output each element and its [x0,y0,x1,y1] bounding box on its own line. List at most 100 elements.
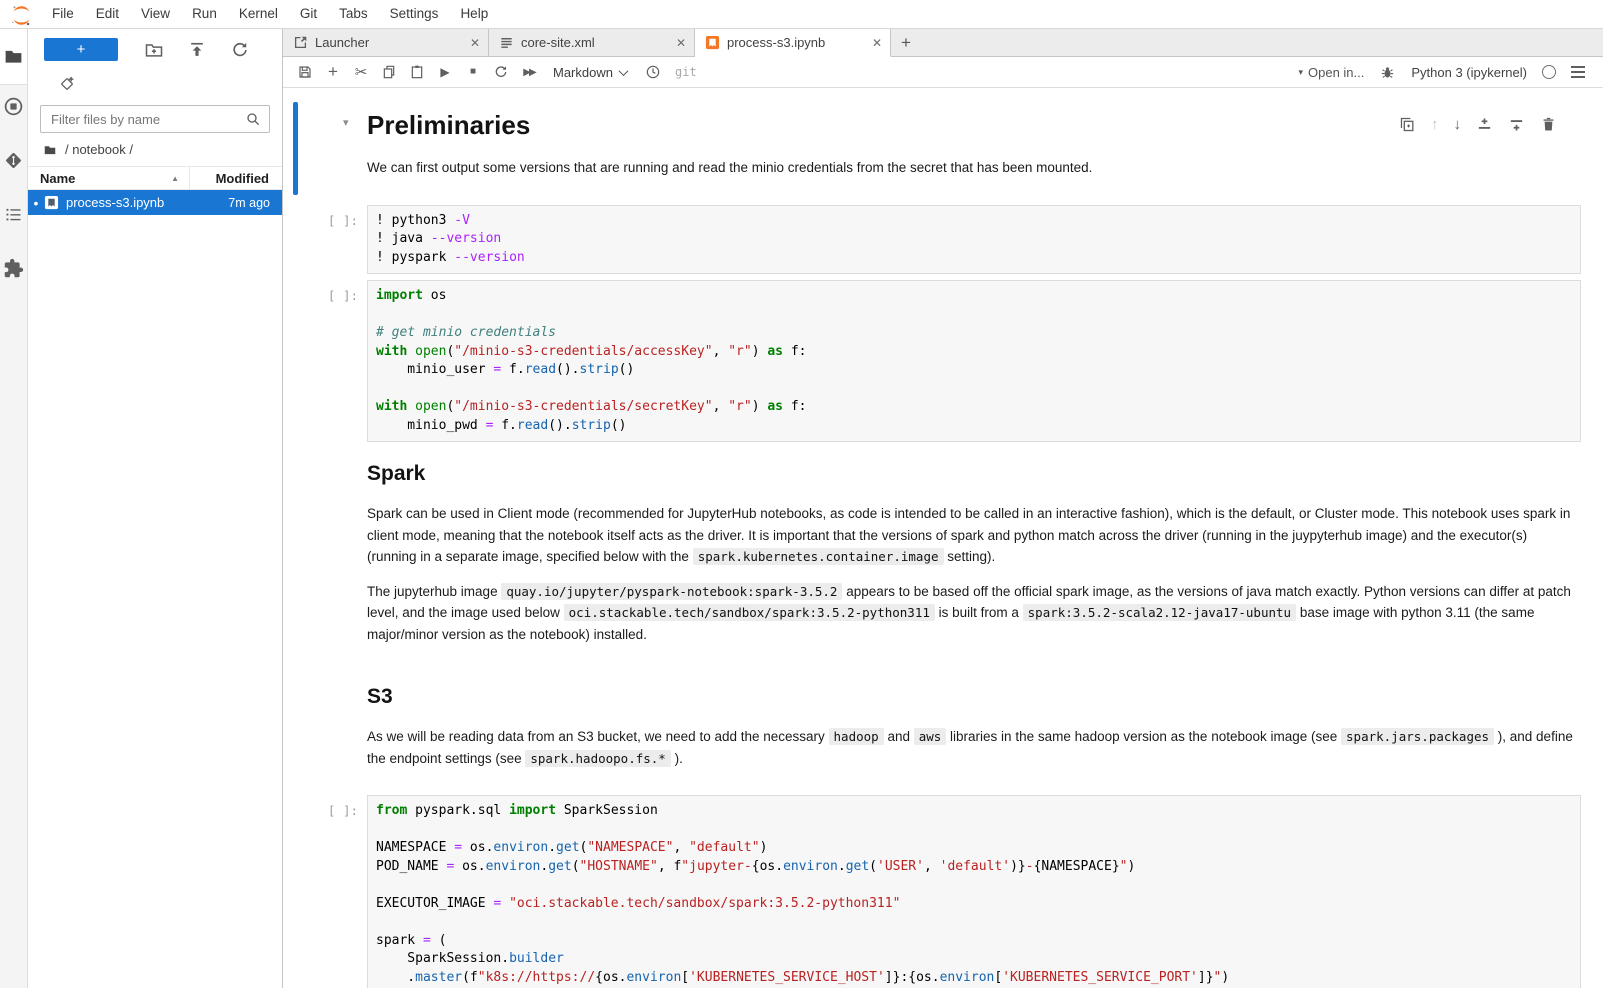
restart-run-all-button[interactable]: ▶▶ [515,60,543,84]
markdown-paragraph: We can first output some versions that a… [367,157,1577,179]
code-cell: [ ]:! python3 -V! java --version! pyspar… [283,205,1603,275]
restart-kernel-button[interactable] [487,60,515,84]
jupyter-logo [9,3,34,25]
inline-code: hadoop [829,728,884,745]
delete-cell-icon[interactable] [1540,116,1557,133]
tab-core-site-xml[interactable]: core-site.xml ✕ [489,29,695,56]
menu-bar: FileEditViewRunKernelGitTabsSettingsHelp [0,0,1603,29]
upload-icon[interactable] [187,40,207,60]
kernel-status-icon [1542,65,1556,79]
kernel-name[interactable]: Python 3 (ipykernel) [1411,65,1527,80]
running-sessions-icon[interactable] [3,96,24,117]
folder-icon [42,143,58,157]
code-editor[interactable]: ! python3 -V! java --version! pyspark --… [367,205,1581,275]
code-line: .master(f"k8s://https://{os.environ['KUB… [376,969,1572,988]
tab-label: process-s3.ipynb [727,35,825,50]
tab-label: core-site.xml [521,35,595,50]
execution-prompt: [ ]: [283,205,367,228]
new-launcher-button[interactable]: + [44,38,118,61]
rendered-markdown[interactable]: PreliminariesWe can first output some ve… [367,100,1577,199]
run-cell-button[interactable]: ▶ [431,60,459,84]
copy-cells-button[interactable] [375,60,403,84]
hamburger-menu-icon[interactable] [1571,66,1585,78]
puzzle-icon[interactable] [3,258,24,279]
new-folder-icon[interactable] [144,40,164,60]
activity-bar [0,29,28,988]
clock-icon[interactable] [639,60,667,84]
list-icon[interactable] [3,204,24,225]
column-header-modified[interactable]: Modified [190,171,282,186]
cell-gutter: [ ]: [283,795,367,988]
menu-items: FileEditViewRunKernelGitTabsSettingsHelp [41,0,499,28]
sidebar-tab-file-browser[interactable] [0,29,27,84]
tab-launcher[interactable]: Launcher ✕ [283,29,489,56]
tab-process-s3-ipynb[interactable]: process-s3.ipynb ✕ [695,29,891,57]
column-header-name[interactable]: Name ▲ [28,167,190,189]
chevron-down-icon [619,66,629,76]
debugger-bug-icon[interactable] [1379,64,1396,81]
refresh-icon[interactable] [230,40,250,60]
move-cell-down-icon[interactable]: ↓ [1454,117,1462,132]
code-editor[interactable]: from pyspark.sql import SparkSession NAM… [367,795,1581,988]
rendered-markdown[interactable]: S3As we will be reading data from an S3 … [367,671,1577,789]
markdown-cell: Spark Spark can be used in Client mode (r… [283,448,1603,665]
move-cell-up-icon[interactable]: ↑ [1431,117,1439,132]
cut-cells-button[interactable]: ✂ [347,60,375,84]
execution-prompt: [ ]: [283,280,367,303]
insert-cell-above-icon[interactable] [1476,116,1493,133]
code-line: minio_user = f.read().strip() [376,361,1572,380]
code-editor[interactable]: import os # get minio credentialswith op… [367,280,1581,442]
paste-cells-button[interactable] [403,60,431,84]
menu-item-kernel[interactable]: Kernel [228,6,289,21]
code-line [376,306,1572,325]
tab-label: Launcher [315,35,369,50]
markdown-heading: Spark [367,462,1577,486]
stop-kernel-button[interactable]: ■ [459,60,487,84]
code-line: import os [376,287,1572,306]
add-tab-button[interactable]: + [891,29,921,56]
save-button[interactable] [291,60,319,84]
add-cell-button[interactable]: + [319,60,347,84]
menu-item-file[interactable]: File [41,6,85,21]
code-line: with open("/minio-s3-credentials/accessK… [376,343,1572,362]
git-status-label: git [675,65,697,79]
markdown-cell: S3As we will be reading data from an S3 … [283,671,1603,789]
menu-item-tabs[interactable]: Tabs [328,6,379,21]
cell-gutter: [ ]: [283,205,367,275]
inline-code: aws [914,728,947,745]
markdown-paragraph: Spark can be used in Client mode (recomm… [367,503,1577,568]
filter-files-input[interactable] [40,105,270,133]
menu-item-view[interactable]: View [130,6,181,21]
cell-gutter [283,448,367,665]
menu-item-help[interactable]: Help [449,6,499,21]
tab-bar: Launcher ✕ core-site.xml ✕ process-s3.ipynb ✕… [283,29,1603,57]
menu-item-edit[interactable]: Edit [85,6,130,21]
inline-code: spark.kubernetes.container.image [693,548,944,565]
menu-item-settings[interactable]: Settings [379,6,450,21]
cell-type-dropdown[interactable]: Markdown [553,65,627,80]
close-icon[interactable]: ✕ [872,36,882,50]
close-icon[interactable]: ✕ [470,36,480,50]
code-line [376,913,1572,932]
unsaved-dot: • [28,196,44,210]
menu-item-run[interactable]: Run [181,6,228,21]
open-in-dropdown[interactable]: ▾ Open in... [1298,65,1364,80]
file-row[interactable]: •process-s3.ipynb7m ago [28,190,282,215]
git-clone-icon[interactable] [58,75,76,93]
cell-gutter [283,100,367,199]
code-line: with open("/minio-s3-credentials/secretK… [376,398,1572,417]
inline-code: spark.hadoopo.fs.* [525,750,670,767]
insert-cell-below-icon[interactable] [1508,116,1525,133]
close-icon[interactable]: ✕ [676,36,686,50]
git-icon[interactable] [3,150,24,171]
breadcrumb[interactable]: / notebook / [28,139,282,166]
markdown-paragraph: The jupyterhub image quay.io/jupyter/pys… [367,581,1577,646]
rendered-markdown[interactable]: Spark Spark can be used in Client mode (r… [367,448,1577,665]
code-line: SparkSession.builder [376,950,1572,969]
duplicate-cell-icon[interactable] [1399,116,1416,133]
file-browser-panel: + / notebook / Name ▲ Modified •process-… [28,29,283,988]
code-cell: [ ]:import os # get minio credentialswit… [283,280,1603,442]
notebook-toolbar: + ✂ ▶ ■ ▶▶ Markdown git [283,57,1603,88]
sort-asc-icon: ▲ [171,174,179,183]
menu-item-git[interactable]: Git [289,6,328,21]
